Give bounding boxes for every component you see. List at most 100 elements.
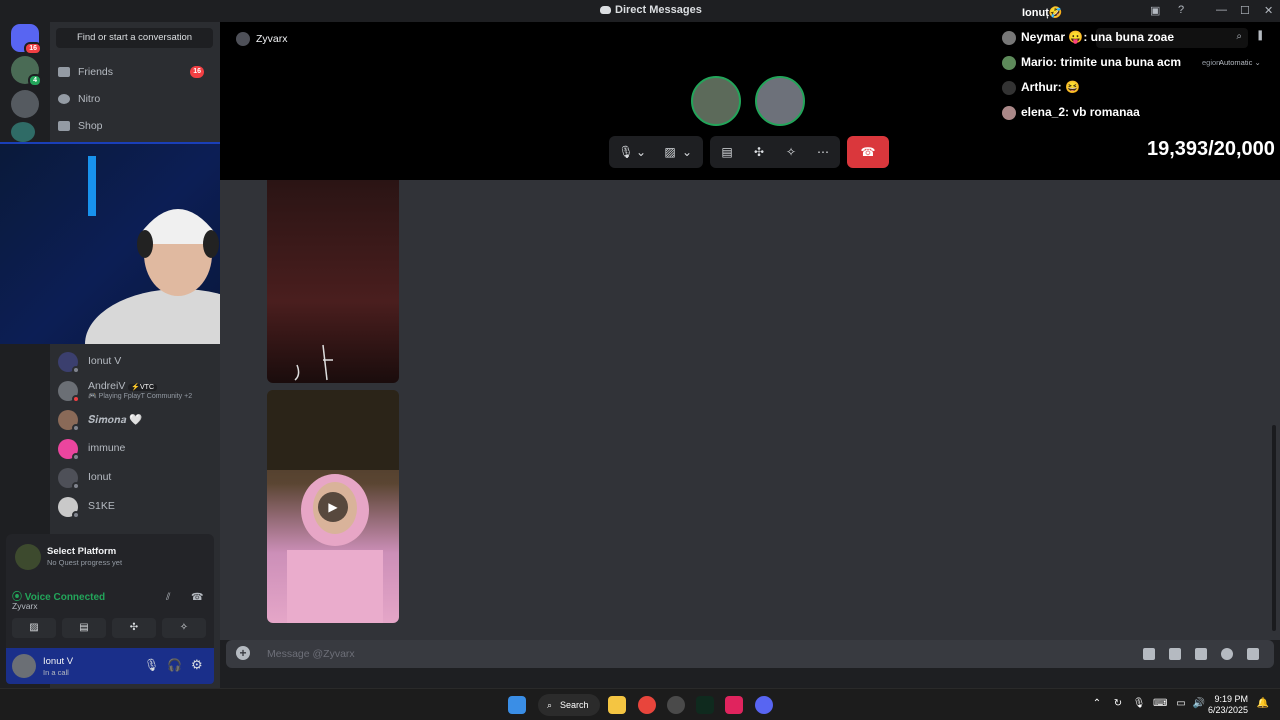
nav-shop[interactable]: Shop [58, 116, 208, 136]
dm-name: S1KE [88, 500, 115, 512]
server-tag: ⚡VTC [128, 384, 157, 391]
gift-icon[interactable] [1143, 648, 1155, 660]
nav-friends[interactable]: Friends 16 [58, 62, 208, 82]
refresh-icon[interactable]: ↻ [1111, 698, 1125, 712]
nitro-icon [58, 94, 70, 105]
avatar [1002, 80, 1016, 95]
keyboard-icon[interactable]: ⌨ [1153, 698, 1167, 712]
sticker-icon[interactable] [1195, 648, 1207, 660]
find-conversation-button[interactable]: Find or start a conversation [56, 28, 213, 48]
voice-controls: 🎙 ⌄ ▨ ⌄ [609, 136, 703, 168]
minimize-button[interactable]: — [1216, 4, 1227, 16]
nav-nitro[interactable]: Nitro [58, 89, 208, 109]
terminal-icon[interactable] [696, 696, 714, 714]
inbox-icon[interactable]: ▣ [1150, 4, 1160, 17]
dm-name: immune [88, 442, 126, 454]
friends-icon [58, 67, 70, 78]
message-composer: + Message @Zyvarx [226, 640, 1274, 668]
avatar[interactable] [12, 654, 36, 678]
soundboard-icon[interactable]: ✧ [776, 136, 806, 168]
region-select[interactable]: Automatic ⌄ [1219, 58, 1261, 67]
clock[interactable]: 9:19 PM 6/23/2025 [1208, 694, 1248, 716]
emoji-icon[interactable] [1221, 648, 1233, 660]
screenshare-icon: ▤ [79, 622, 89, 633]
server-icon[interactable]: 4 [11, 56, 42, 87]
more-icon[interactable]: ⋯ [808, 136, 838, 168]
apps-icon[interactable] [1247, 648, 1259, 660]
gif-icon[interactable] [1169, 648, 1181, 660]
settings-icon[interactable]: ⚙ [191, 657, 203, 673]
call-participant-avatar[interactable] [691, 76, 741, 126]
microphone-icon[interactable]: 🎙 [144, 658, 159, 672]
screenshare-button[interactable]: ▤ [62, 618, 106, 638]
shop-icon [58, 121, 70, 132]
message-list: ▶ [220, 180, 1280, 640]
monitor-icon[interactable]: ▭ [1174, 698, 1188, 712]
speaker-icon[interactable]: 🔊 [1192, 698, 1206, 712]
activities-button[interactable]: ✣ [112, 618, 156, 638]
dm-item[interactable]: 𝑺𝒊𝒎𝒐𝒏𝒂 🤍 [58, 407, 218, 433]
start-icon[interactable] [508, 696, 526, 714]
maximize-button[interactable]: ☐ [1240, 4, 1250, 17]
dm-item[interactable]: S1KE [58, 494, 218, 520]
help-icon[interactable]: ? [1178, 4, 1184, 16]
taskbar: ⌕ Search ⌃ ↻ 🎙 ⌨ ▭ 🔊 9:19 PM 6/23/2025 🔔 [0, 688, 1280, 720]
pin-icon[interactable]: ❚ [1256, 30, 1264, 41]
friends-badge: 16 [190, 66, 204, 78]
overlay-header: Ionuț🤣 [1022, 7, 1063, 19]
headphones-icon[interactable]: 🎧 [167, 658, 182, 672]
call-actions: ▤ ✣ ✧ ⋯ [710, 136, 840, 168]
status-dot [72, 366, 80, 374]
discord-icon[interactable] [755, 696, 773, 714]
chevron-down-icon[interactable]: ⌄ [633, 136, 649, 168]
home-badge: 16 [24, 42, 42, 55]
quest-title: Select Platform [47, 546, 117, 557]
taskbar-search[interactable]: ⌕ Search [538, 694, 600, 716]
voice-channel-name[interactable]: Zyvarx [12, 601, 38, 611]
status-dot [72, 453, 80, 461]
server-icon[interactable] [11, 90, 39, 118]
disconnect-icon[interactable]: ☎ [191, 592, 203, 603]
call-peer-header: Zyvarx [236, 32, 288, 46]
file-explorer-icon[interactable] [608, 696, 626, 714]
microphone-icon[interactable]: 🎙 [1132, 698, 1146, 712]
soundboard-icon: ✧ [179, 622, 189, 633]
image-attachment[interactable] [267, 180, 399, 383]
close-button[interactable]: ✕ [1264, 4, 1273, 17]
noise-suppression-icon[interactable]: ⫽ [166, 592, 170, 603]
search-icon: ⌕ [1236, 31, 1242, 42]
message-input[interactable]: Message @Zyvarx [267, 648, 355, 660]
chevron-up-icon[interactable]: ⌃ [1090, 698, 1104, 712]
tiktok-icon[interactable] [725, 696, 743, 714]
obs-icon[interactable] [667, 696, 685, 714]
status-dot [72, 482, 80, 490]
screenshare-icon[interactable]: ▤ [712, 136, 742, 168]
dm-item[interactable]: Ionut [58, 465, 218, 491]
user-status: In a call [43, 668, 69, 677]
hang-up-button[interactable]: ☎ [847, 136, 889, 168]
server-icon[interactable] [11, 122, 35, 142]
quest-card[interactable]: Select Platform No Quest progress yet [6, 534, 214, 580]
dm-item[interactable]: AndreiV ⚡VTC 🎮 Playing FplayT Community … [58, 378, 218, 404]
video-attachment[interactable]: ▶ [267, 390, 399, 623]
notifications-icon[interactable]: 🔔 [1256, 698, 1270, 712]
camera-button[interactable]: ▨ [12, 618, 56, 638]
user-name: Ionut V [43, 656, 74, 667]
chevron-down-icon[interactable]: ⌄ [679, 136, 695, 168]
home-button[interactable]: 16 [11, 24, 42, 55]
play-icon[interactable]: ▶ [318, 491, 348, 522]
soundboard-button[interactable]: ✧ [162, 618, 206, 638]
activities-icon: ✣ [129, 622, 139, 633]
dm-name: AndreiV ⚡VTC [88, 380, 157, 392]
dm-item[interactable]: Ionut V [58, 349, 218, 375]
call-participant-avatar[interactable] [755, 76, 805, 126]
chrome-icon[interactable] [638, 696, 656, 714]
add-attachment-icon[interactable]: + [236, 646, 250, 660]
scrollbar[interactable] [1272, 425, 1276, 631]
quest-subtitle: No Quest progress yet [47, 558, 123, 567]
dm-item[interactable]: immune [58, 436, 218, 462]
quest-icon [15, 544, 41, 570]
status-dot [72, 395, 80, 403]
avatar [1002, 55, 1016, 70]
activities-icon[interactable]: ✣ [744, 136, 774, 168]
